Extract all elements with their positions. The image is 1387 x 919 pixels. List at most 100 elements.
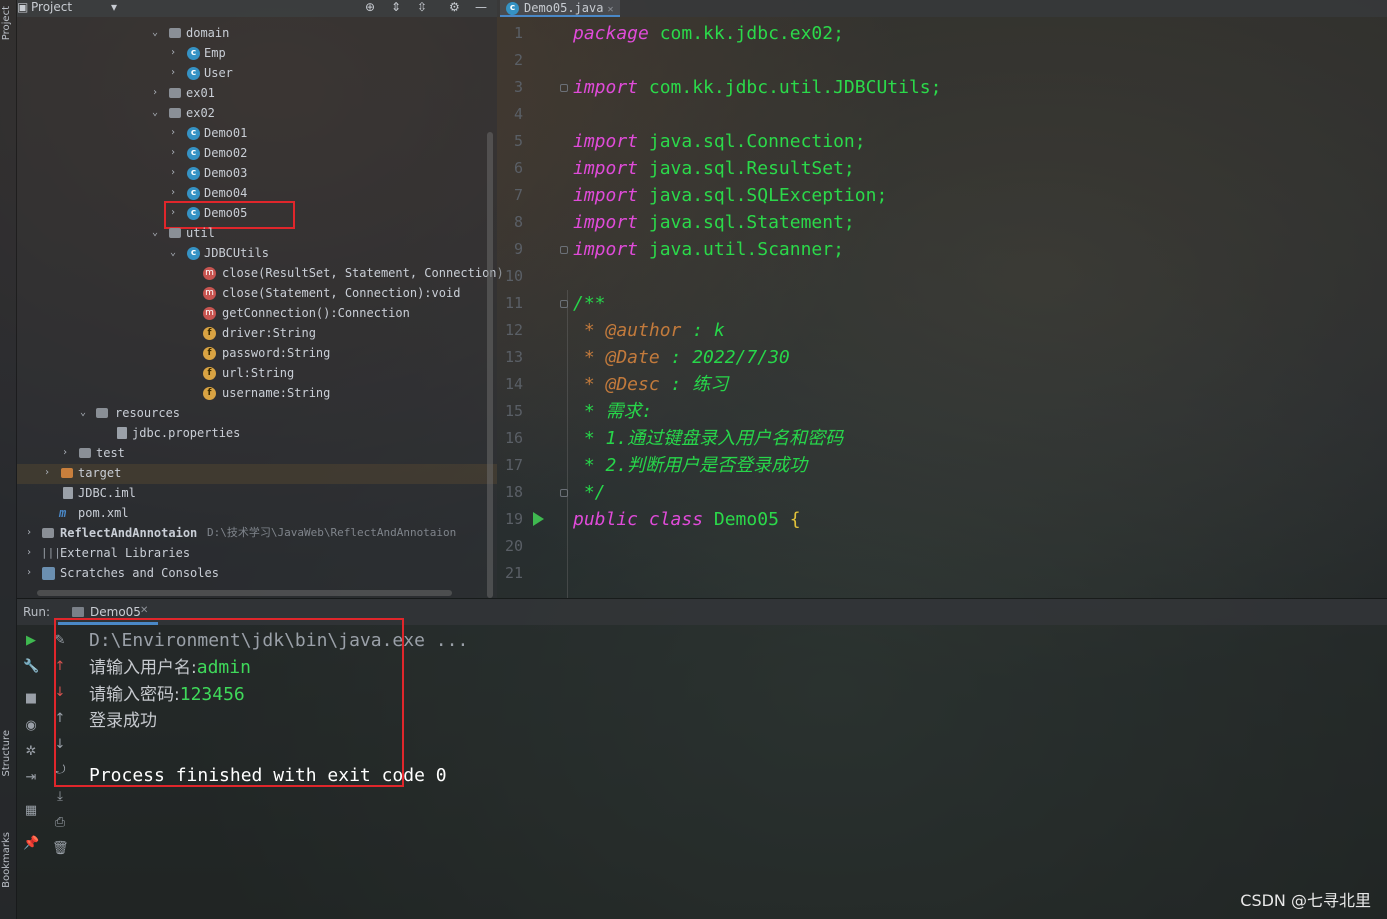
code-line-18: */	[573, 482, 606, 503]
keyword: import	[573, 239, 639, 260]
left-tool-strip: Project Structure Bookmarks	[0, 0, 17, 919]
tree-label: util	[186, 226, 215, 240]
line-number: 12	[504, 321, 523, 339]
keyword: import	[573, 131, 639, 152]
chevron-down-icon[interactable]: ⌄	[149, 23, 161, 43]
rerun-icon[interactable]: ▶	[23, 633, 39, 649]
scroll-to-end-icon[interactable]: ⤓	[52, 789, 68, 805]
tab-demo05-java[interactable]: c Demo05.java ✕	[500, 0, 620, 17]
class-icon: c	[506, 2, 519, 15]
locate-icon[interactable]: ⊕	[365, 0, 375, 14]
chevron-down-icon[interactable]: ⌄	[149, 223, 161, 243]
tree-label: jdbc.properties	[132, 426, 241, 440]
keyword: package	[573, 23, 649, 44]
code-line-17: * 2.判断用户是否登录成功	[573, 455, 808, 476]
line-number: 20	[504, 537, 523, 555]
chevron-down-icon[interactable]: ▾	[111, 0, 117, 14]
layout-icon[interactable]: ▦	[23, 803, 39, 819]
chevron-right-icon[interactable]: ›	[167, 123, 179, 143]
wrench-icon[interactable]: 🔧	[23, 659, 39, 675]
code-line-6: import java.sql.ResultSet;	[573, 155, 855, 182]
field-icon: f	[203, 367, 216, 380]
tree-label: Emp	[204, 46, 226, 60]
chevron-down-icon[interactable]: ⌄	[167, 243, 179, 263]
chevron-right-icon[interactable]: ›	[59, 443, 71, 463]
chevron-right-icon[interactable]: ›	[23, 523, 35, 543]
chevron-right-icon[interactable]: ›	[167, 183, 179, 203]
project-view-selector[interactable]: Project	[31, 0, 72, 14]
code-line-1: package com.kk.jdbc.ex02;	[573, 20, 844, 47]
tree-label: resources	[115, 406, 181, 420]
code-line-9: import java.util.Scanner;	[573, 236, 844, 263]
chevron-right-icon[interactable]: ›	[23, 563, 35, 583]
project-tool-window-button[interactable]: Project	[1, 6, 12, 40]
field-icon: f	[203, 387, 216, 400]
tree-label: External Libraries	[60, 546, 191, 560]
code-line-11: /**	[573, 293, 606, 314]
scratches-icon	[42, 567, 55, 580]
chevron-right-icon[interactable]: ›	[167, 143, 179, 163]
bookmarks-tool-window-button[interactable]: Bookmarks	[1, 832, 12, 888]
chevron-right-icon[interactable]: ›	[149, 83, 161, 103]
tree-label: domain	[186, 26, 230, 40]
print-icon[interactable]: ⎙	[52, 815, 68, 831]
code-line-7: import java.sql.SQLException;	[573, 182, 887, 209]
line-number: 14	[504, 375, 523, 393]
pin-icon[interactable]: 📌	[23, 836, 39, 852]
chevron-down-icon[interactable]: ⌄	[149, 103, 161, 123]
trash-icon[interactable]: 🗑	[52, 841, 69, 857]
line-number: 1	[513, 24, 523, 42]
tree-label: ReflectAndAnnotaion	[60, 526, 198, 540]
chevron-right-icon[interactable]: ›	[167, 163, 179, 183]
code-line-19: public class Demo05 {	[573, 506, 801, 533]
exit-icon[interactable]: ⇥	[23, 770, 39, 786]
structure-tool-window-button[interactable]: Structure	[1, 730, 12, 777]
chevron-right-icon[interactable]: ›	[167, 63, 179, 83]
package-folder-icon	[169, 108, 181, 118]
chevron-right-icon[interactable]: ›	[23, 543, 35, 563]
doc-value: : 练习	[659, 374, 729, 395]
project-panel: ▣ Project ▾ ⊕ ⇕ ⇳ ⚙ — ⌄ domain › c Emp ›…	[17, 0, 504, 598]
method-icon: m	[203, 307, 216, 320]
settings-icon[interactable]: ✲	[23, 744, 39, 760]
module-folder-icon	[42, 528, 54, 538]
resources-folder-icon	[96, 408, 108, 418]
tree-label: target	[78, 466, 122, 480]
tree-label: test	[96, 446, 125, 460]
project-vertical-scrollbar[interactable]	[487, 132, 493, 598]
fold-marker-icon[interactable]	[560, 84, 568, 92]
fold-marker-icon[interactable]	[560, 246, 568, 254]
brace: {	[778, 509, 801, 530]
package-folder-icon	[169, 228, 181, 238]
code-editor[interactable]: c Demo05.java ✕ 1 2 3 4 5 6 7 8 9 10 11 1…	[497, 0, 1387, 598]
tree-label: Demo03	[204, 166, 248, 180]
chevron-down-icon[interactable]: ⌄	[77, 403, 89, 423]
tree-label: url:String	[222, 366, 295, 380]
keyword: import	[573, 185, 639, 206]
tree-label: ex02	[186, 106, 215, 120]
close-icon[interactable]: ✕	[140, 605, 148, 616]
tree-label: username:String	[222, 386, 331, 400]
method-icon: m	[203, 267, 216, 280]
tree-label: close(Statement, Connection):void	[222, 286, 461, 300]
chevron-right-icon[interactable]: ›	[41, 463, 53, 483]
project-panel-header: ▣ Project ▾ ⊕ ⇕ ⇳ ⚙ —	[17, 0, 497, 17]
stop-icon[interactable]: ■	[23, 691, 39, 707]
close-icon[interactable]: ✕	[607, 4, 613, 15]
import-path: java.sql.Connection;	[638, 131, 866, 152]
line-number: 6	[513, 159, 523, 177]
project-horizontal-scrollbar[interactable]	[37, 590, 452, 596]
collapse-all-icon[interactable]: ⇳	[417, 0, 427, 14]
project-view-icon: ▣	[17, 0, 29, 14]
tree-label: pom.xml	[78, 506, 129, 520]
class-name: Demo05	[703, 509, 779, 530]
camera-icon[interactable]: ◉	[23, 718, 39, 734]
expand-all-icon[interactable]: ⇕	[391, 0, 401, 14]
hide-panel-icon[interactable]: —	[475, 0, 487, 14]
gear-icon[interactable]: ⚙	[449, 0, 460, 14]
chevron-right-icon[interactable]: ›	[167, 43, 179, 63]
console-icon	[72, 607, 84, 617]
run-gutter-icon[interactable]	[533, 512, 544, 526]
line-number: 5	[513, 132, 523, 150]
line-number: 2	[513, 51, 523, 69]
